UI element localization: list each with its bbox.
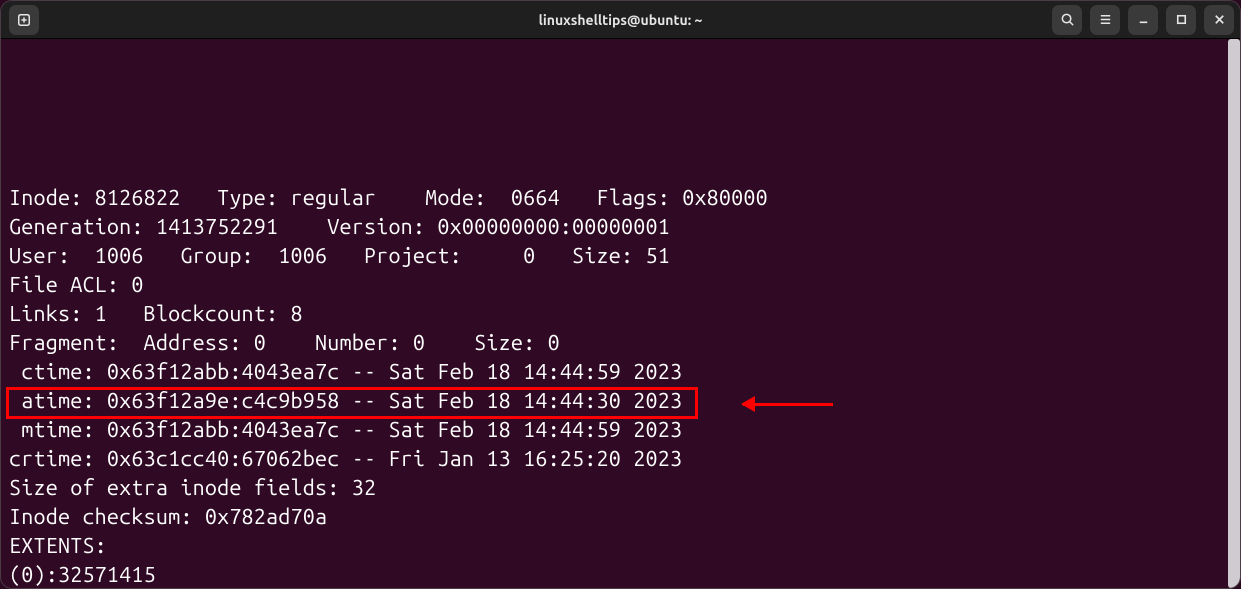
line-ctime: ctime: 0x63f12abb:4043ea7c -- Sat Feb 18…: [9, 358, 1234, 387]
titlebar: linuxshelltips@ubuntu: ~: [1, 1, 1240, 39]
minimize-icon: [1136, 12, 1151, 27]
minimize-button[interactable]: [1128, 5, 1158, 35]
search-button[interactable]: [1052, 5, 1082, 35]
terminal-body[interactable]: Inode: 8126822 Type: regular Mode: 0664 …: [1, 39, 1240, 588]
line-generation: Generation: 1413752291 Version: 0x000000…: [9, 213, 1234, 242]
maximize-button[interactable]: [1166, 5, 1196, 35]
annotation-arrow: [743, 403, 833, 406]
new-tab-button[interactable]: [9, 5, 39, 35]
line-extents: EXTENTS:: [9, 532, 1234, 561]
close-button[interactable]: [1204, 5, 1234, 35]
line-acl: File ACL: 0: [9, 271, 1234, 300]
close-icon: [1212, 12, 1227, 27]
line-user: User: 1006 Group: 1006 Project: 0 Size: …: [9, 242, 1234, 271]
scrollbar-thumb[interactable]: [1228, 39, 1240, 588]
line-links: Links: 1 Blockcount: 8: [9, 300, 1234, 329]
search-icon: [1060, 12, 1075, 27]
line-atime: atime: 0x63f12a9e:c4c9b958 -- Sat Feb 18…: [9, 387, 1234, 416]
maximize-icon: [1174, 12, 1189, 27]
scrollbar[interactable]: [1228, 39, 1240, 588]
hamburger-icon: [1098, 12, 1113, 27]
menu-button[interactable]: [1090, 5, 1120, 35]
terminal-window: linuxshelltips@ubuntu: ~ Inode: 8126822 …: [0, 0, 1241, 589]
line-extent0: (0):32571415: [9, 561, 1234, 588]
line-fragment: Fragment: Address: 0 Number: 0 Size: 0: [9, 329, 1234, 358]
line-crtime: crtime: 0x63c1cc40:67062bec -- Fri Jan 1…: [9, 445, 1234, 474]
line-inode: Inode: 8126822 Type: regular Mode: 0664 …: [9, 184, 1234, 213]
window-title: linuxshelltips@ubuntu: ~: [247, 12, 994, 28]
new-tab-icon: [17, 13, 31, 27]
line-extrasize: Size of extra inode fields: 32: [9, 474, 1234, 503]
line-checksum: Inode checksum: 0x782ad70a: [9, 503, 1234, 532]
line-mtime: mtime: 0x63f12abb:4043ea7c -- Sat Feb 18…: [9, 416, 1234, 445]
terminal-output: Inode: 8126822 Type: regular Mode: 0664 …: [1, 97, 1240, 588]
